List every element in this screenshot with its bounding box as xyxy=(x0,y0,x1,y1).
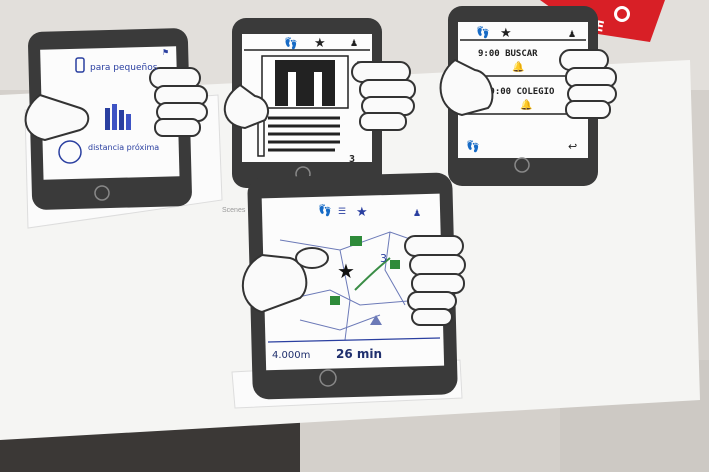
prototype-photo: 3E Scenes para pequeños ⚑ distancia próx… xyxy=(0,0,709,472)
poi-marker[interactable] xyxy=(350,236,362,246)
poi-marker[interactable] xyxy=(390,260,400,269)
phone-map-cutout: 👣 ☰ ★ ♟ ★ 3 4.000m 26 min xyxy=(231,172,466,409)
time-value: 26 min xyxy=(336,347,382,361)
distance-value: 4.000m xyxy=(272,350,310,361)
list-icon[interactable]: ☰ xyxy=(338,206,346,216)
star-icon[interactable]: ★ xyxy=(356,204,368,219)
footprints-icon: 👣 xyxy=(318,203,332,217)
route-number-badge: 3 xyxy=(380,252,387,265)
current-location-star-icon: ★ xyxy=(337,261,355,283)
poi-marker[interactable] xyxy=(330,296,340,305)
profile-icon[interactable]: ♟ xyxy=(413,208,421,218)
